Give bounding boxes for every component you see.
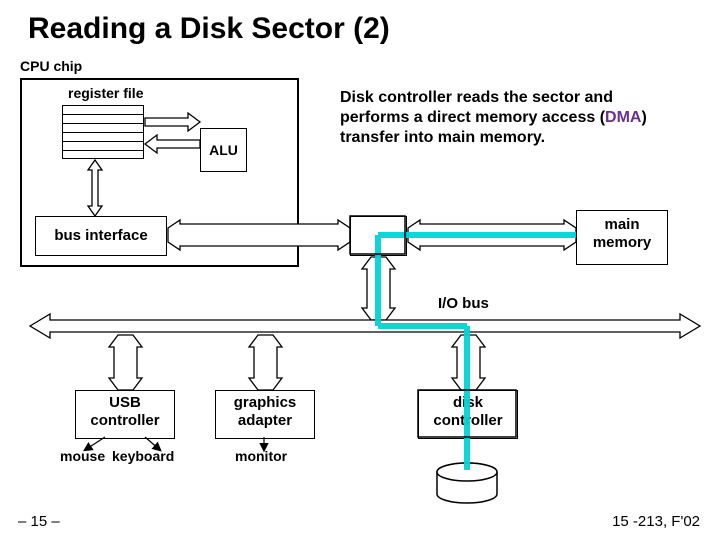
regfile-busif-arrow (88, 160, 102, 216)
system-bus-arrow (168, 220, 350, 250)
graphics-bus-arrow (249, 335, 282, 390)
usb-peripheral-lines (85, 437, 160, 450)
diagram-svg (0, 0, 720, 540)
usb-bus-arrow (109, 335, 142, 390)
regfile-alu-arrows (145, 113, 200, 153)
